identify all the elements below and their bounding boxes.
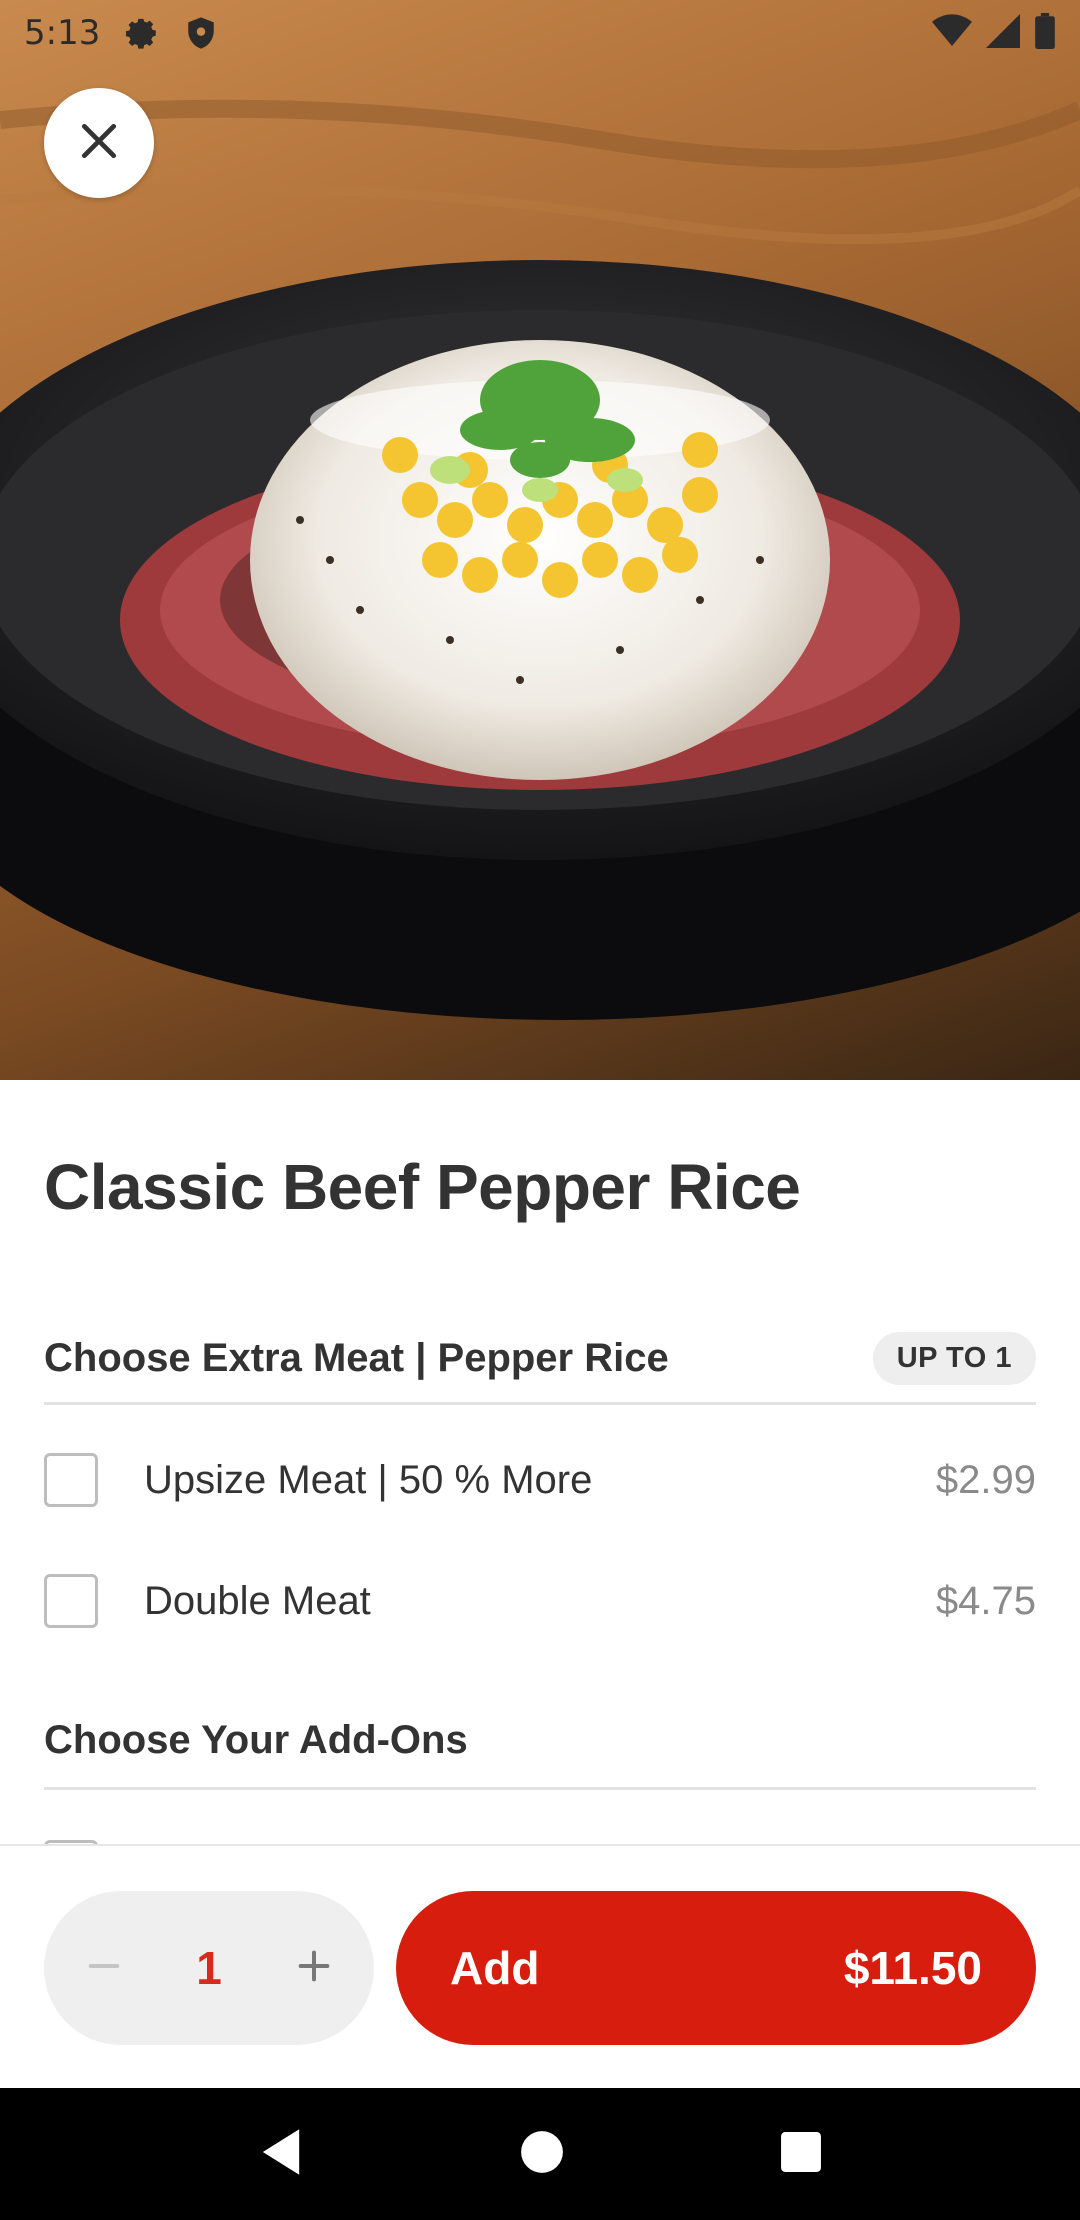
wifi-icon <box>932 13 972 53</box>
quantity-value: 1 <box>196 1942 222 1994</box>
close-icon <box>77 119 121 168</box>
option-label: Double Meat <box>144 1578 371 1623</box>
option-checkbox[interactable] <box>44 1453 98 1507</box>
selection-limit-badge: UP TO 1 <box>872 1331 1036 1385</box>
status-bar: 5:13 <box>0 0 1080 66</box>
signal-icon <box>986 13 1020 53</box>
battery-icon <box>1034 12 1056 54</box>
food-photo-illustration <box>0 99 1080 1020</box>
section-header-extra-meat: Choose Extra Meat | Pepper Rice UP TO 1 <box>44 1323 1036 1393</box>
quantity-stepper: 1 <box>44 1891 374 2045</box>
recents-icon[interactable] <box>780 2131 822 2178</box>
section-header-add-ons: Choose Your Add-Ons <box>44 1705 1036 1775</box>
add-to-cart-button[interactable]: Add $11.50 <box>396 1891 1036 2045</box>
option-price: $2.99 <box>935 1457 1036 1502</box>
hero-food-image <box>0 0 1080 1080</box>
item-title: Classic Beef Pepper Rice <box>44 1151 801 1223</box>
option-checkbox[interactable] <box>44 1574 98 1628</box>
option-label: Upsize Meat | 50 % More <box>144 1457 593 1502</box>
section-title: Choose Extra Meat | Pepper Rice <box>44 1335 669 1380</box>
section-divider <box>44 1787 1036 1790</box>
add-button-label: Add <box>450 1942 540 1994</box>
status-time: 5:13 <box>24 13 101 53</box>
item-details: Classic Beef Pepper Rice Choose Extra Me… <box>0 1080 1080 1844</box>
minus-icon[interactable] <box>84 1946 124 1991</box>
section-divider <box>44 1402 1036 1405</box>
cart-action-bar: 1 Add $11.50 <box>0 1844 1080 2088</box>
system-nav-bar <box>0 2088 1080 2220</box>
plus-icon[interactable] <box>294 1946 334 1991</box>
shield-icon <box>186 16 216 50</box>
home-icon[interactable] <box>520 2130 564 2179</box>
back-icon[interactable] <box>258 2127 304 2182</box>
close-button[interactable] <box>44 88 154 198</box>
gear-icon <box>126 16 160 50</box>
option-double-meat[interactable]: Double Meat $4.75 <box>44 1561 1036 1641</box>
add-button-price: $11.50 <box>843 1942 982 1994</box>
option-price: $4.75 <box>935 1578 1036 1623</box>
section-title: Choose Your Add-Ons <box>44 1717 468 1762</box>
option-upsize-meat[interactable]: Upsize Meat | 50 % More $2.99 <box>44 1440 1036 1520</box>
